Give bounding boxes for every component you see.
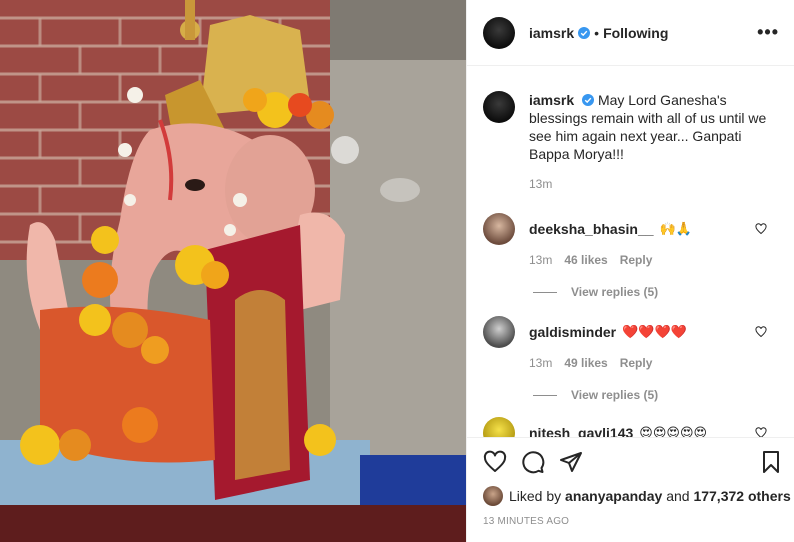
view-replies-button[interactable]: View replies (5) bbox=[533, 388, 783, 402]
post-details-panel: iamsrk • Following ••• iamsrk May Lord G… bbox=[466, 0, 794, 542]
following-button[interactable]: Following bbox=[603, 25, 668, 41]
view-replies-label: View replies (5) bbox=[571, 388, 659, 402]
comment-time[interactable]: 13m bbox=[529, 356, 552, 370]
comment-item: galdisminder ❤️❤️❤️❤️ 13m 49 likes Reply… bbox=[483, 316, 783, 402]
post-timestamp[interactable]: 13 MINUTES AGO bbox=[483, 516, 569, 527]
view-replies-button[interactable]: View replies (5) bbox=[533, 285, 783, 299]
post-caption: iamsrk May Lord Ganesha's blessings rema… bbox=[483, 91, 783, 163]
commenter-username[interactable]: deeksha_bhasin__ bbox=[529, 221, 654, 237]
verified-badge-icon bbox=[578, 26, 591, 39]
caption-username[interactable]: iamsrk bbox=[529, 92, 574, 108]
author-username[interactable]: iamsrk bbox=[529, 25, 574, 41]
action-icons bbox=[483, 450, 583, 474]
header-separator: • bbox=[594, 24, 600, 41]
commenter-avatar[interactable] bbox=[483, 213, 515, 245]
paper-plane-icon[interactable] bbox=[559, 450, 583, 474]
comment-icon[interactable] bbox=[521, 450, 545, 474]
liker-avatar[interactable] bbox=[483, 486, 503, 506]
comment-like-heart-icon[interactable] bbox=[755, 223, 767, 235]
comment-meta: 13m 49 likes Reply bbox=[529, 356, 783, 370]
heart-icon[interactable] bbox=[483, 450, 507, 474]
post-image[interactable] bbox=[0, 0, 466, 542]
liked-by-count[interactable]: 177,372 others bbox=[693, 488, 790, 504]
liked-by-prefix: Liked by bbox=[509, 488, 562, 504]
commenter-avatar[interactable] bbox=[483, 316, 515, 348]
post-header: iamsrk • Following ••• bbox=[467, 0, 794, 66]
ganesha-idol-photo bbox=[0, 0, 466, 542]
commenter-avatar[interactable] bbox=[483, 417, 515, 437]
commenter-username[interactable]: galdisminder bbox=[529, 324, 616, 340]
caption-text-block: iamsrk May Lord Ganesha's blessings rema… bbox=[529, 91, 779, 163]
replies-line bbox=[533, 394, 557, 396]
comment-text: 😍😍😍😍😍 bbox=[639, 425, 708, 437]
comment-like-heart-icon[interactable] bbox=[755, 427, 767, 437]
reply-button[interactable]: Reply bbox=[620, 253, 653, 267]
post-actions: Liked by ananyapanday and 177,372 others… bbox=[467, 437, 794, 542]
author-avatar[interactable] bbox=[483, 16, 515, 49]
comments-list[interactable]: iamsrk May Lord Ganesha's blessings rema… bbox=[467, 67, 794, 437]
commenter-username[interactable]: nitesh_gavli143 bbox=[529, 425, 633, 437]
caption-author-avatar[interactable] bbox=[483, 91, 515, 123]
comment-item: deeksha_bhasin__ 🙌🙏 13m 46 likes Reply V… bbox=[483, 213, 783, 299]
comment-text: ❤️❤️❤️❤️ bbox=[622, 324, 687, 339]
more-options-icon[interactable]: ••• bbox=[757, 22, 779, 43]
comment-text: 🙌🙏 bbox=[659, 221, 692, 236]
view-replies-label: View replies (5) bbox=[571, 285, 659, 299]
replies-line bbox=[533, 291, 557, 293]
comment-likes[interactable]: 49 likes bbox=[564, 356, 607, 370]
verified-badge-icon bbox=[582, 94, 595, 106]
comment-likes[interactable]: 46 likes bbox=[564, 253, 607, 267]
caption-time[interactable]: 13m bbox=[529, 177, 552, 191]
comment-item: nitesh_gavli143 😍😍😍😍😍 bbox=[483, 417, 783, 437]
comment-time[interactable]: 13m bbox=[529, 253, 552, 267]
comment-meta: 13m 46 likes Reply bbox=[529, 253, 783, 267]
comment-like-heart-icon[interactable] bbox=[755, 326, 767, 338]
liked-by-user[interactable]: ananyapanday bbox=[565, 488, 662, 504]
reply-button[interactable]: Reply bbox=[620, 356, 653, 370]
likes-summary: Liked by ananyapanday and 177,372 others bbox=[483, 486, 791, 506]
liked-by-connector: and bbox=[666, 488, 690, 504]
bookmark-icon[interactable] bbox=[759, 450, 783, 474]
